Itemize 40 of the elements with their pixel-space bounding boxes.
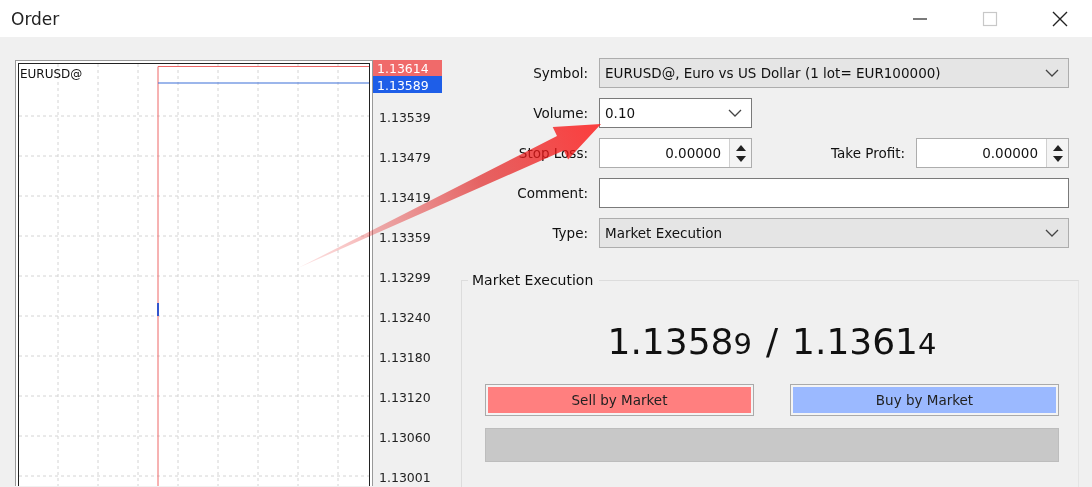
symbol-dropdown[interactable]: EURUSD@, Euro vs US Dollar (1 lot= EUR100000) [599,58,1069,88]
axis-label: 1.13419 [379,190,431,205]
comment-field[interactable] [599,178,1069,208]
chevron-down-icon [1045,69,1059,77]
spinner-control[interactable] [729,139,751,167]
field-label: Take Profit: [831,145,905,161]
buy-button[interactable]: Buy by Market [790,384,1059,416]
bid-price-label: 1.13589 [373,76,442,93]
axis-label: 1.13240 [379,310,431,325]
ask-price-label: 1.13614 [373,60,442,76]
type-dropdown[interactable]: Market Execution [599,218,1069,248]
axis-label: 1.13539 [379,110,431,125]
up-arrow-icon[interactable] [735,144,746,151]
axis-label: 1.13001 [379,470,431,485]
axis-label: 1.13359 [379,230,431,245]
axis-label: 1.13479 [379,150,431,165]
window-title: Order [11,8,60,29]
group-title: Market Execution [468,272,600,288]
field-label: Comment: [517,185,588,201]
axis-label: 1.13120 [379,390,431,405]
symbol-label: EURUSD@ [20,67,83,81]
close-icon[interactable] [1052,10,1068,27]
down-arrow-icon[interactable] [735,155,746,162]
volume-dropdown[interactable]: 0.10 [599,98,752,128]
chevron-down-icon [728,109,742,117]
axis-label: 1.13180 [379,350,431,365]
spinner-control[interactable] [1046,139,1068,167]
field-label: Type: [552,225,588,241]
down-arrow-icon[interactable] [1052,155,1063,162]
price-tick [157,303,159,316]
sell-button[interactable]: Sell by Market [485,384,754,416]
axis-label: 1.13060 [379,430,431,445]
number-field[interactable]: 0.00000 [916,138,1069,168]
field-label: Symbol: [533,65,588,81]
number-field[interactable]: 0.00000 [599,138,752,168]
up-arrow-icon[interactable] [1052,144,1063,151]
chevron-down-icon [1045,229,1059,237]
field-label: Volume: [533,105,588,121]
axis-label: 1.13299 [379,270,431,285]
price-quote: 1.13589 / 1.13614 [607,321,937,362]
